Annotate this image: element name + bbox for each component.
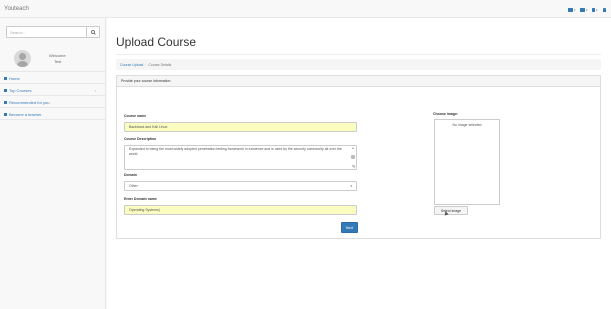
domain-select[interactable]: Other ▾ <box>124 181 357 191</box>
sidebar-item-label: Home <box>9 75 20 81</box>
breadcrumb-separator: / <box>145 62 147 67</box>
search-input[interactable] <box>7 27 87 37</box>
avatar <box>14 50 31 67</box>
select-image-button[interactable]: Select image <box>434 206 468 215</box>
envelope-icon[interactable]: ▾ <box>568 7 576 12</box>
next-button[interactable]: Next <box>341 222 358 233</box>
breadcrumb-course-upload[interactable]: Course Upload <box>120 63 143 67</box>
choose-image-label: Choose image: <box>433 112 459 116</box>
course-description-label: Course Description <box>124 137 157 141</box>
username: Test <box>54 59 62 64</box>
search-box <box>6 26 100 38</box>
breadcrumb: Course Upload / Course Details <box>116 59 601 70</box>
edit-icon <box>4 112 7 116</box>
top-navbar: Youteach ▾ ▾ ▾ <box>0 0 611 18</box>
scroll-thumb[interactable] <box>351 155 355 159</box>
course-description-textarea[interactable]: Expanded to being the most widely adopte… <box>124 145 357 170</box>
resize-grip-icon[interactable]: ◢ <box>353 165 355 168</box>
home-icon <box>4 76 7 80</box>
course-info-panel: Provide your course information Course n… <box>116 75 601 239</box>
sidebar-item-label: Recommended for you <box>9 99 50 105</box>
course-name-label: Course name <box>124 114 147 118</box>
welcome-text: Welcome <box>49 53 66 58</box>
sidebar-item-label: Top Courses <box>9 87 32 93</box>
main-content: Upload Course Course Upload / Course Det… <box>107 18 611 309</box>
chevron-left-icon: ‹ <box>94 87 96 93</box>
domain-label: Domain <box>124 173 137 177</box>
scroll-up-icon[interactable]: ▲ <box>351 147 355 150</box>
sidebar-item-label: Become a teacher <box>9 111 42 117</box>
bell-icon[interactable]: ▾ <box>592 7 598 12</box>
sidebar-item-become-teacher[interactable]: Become a teacher <box>0 109 106 120</box>
domain-name-label: Enter Domain name <box>124 197 157 201</box>
divider <box>116 54 601 55</box>
image-preview-box: No image selected <box>434 119 500 205</box>
sidebar: Welcome Test Home Top Courses ‹ Recommen… <box>0 18 106 309</box>
brand-logo[interactable]: Youteach <box>4 6 29 12</box>
sidebar-item-recommended[interactable]: Recommended for you <box>0 97 106 108</box>
bar-chart-icon <box>4 88 7 92</box>
domain-selected-value: Other <box>129 184 138 188</box>
sidebar-item-home[interactable]: Home <box>0 73 106 84</box>
course-name-input[interactable] <box>124 122 357 132</box>
course-description-text: Expanded to being the most widely adopte… <box>129 147 342 156</box>
user-icon[interactable] <box>603 7 606 12</box>
search-button[interactable] <box>86 27 99 37</box>
panel-heading: Provide your course information <box>117 76 600 87</box>
tasks-icon[interactable]: ▾ <box>580 7 588 12</box>
page-title: Upload Course <box>116 35 197 49</box>
breadcrumb-course-details: Course Details <box>148 62 172 67</box>
user-panel: Welcome Test <box>0 45 106 72</box>
search-icon <box>90 29 96 35</box>
domain-name-input[interactable] <box>124 205 357 215</box>
chevron-down-icon: ▾ <box>350 184 352 188</box>
sidebar-item-top-courses[interactable]: Top Courses ‹ <box>0 85 106 96</box>
table-icon <box>4 100 7 104</box>
image-status: No image selected <box>452 123 482 127</box>
